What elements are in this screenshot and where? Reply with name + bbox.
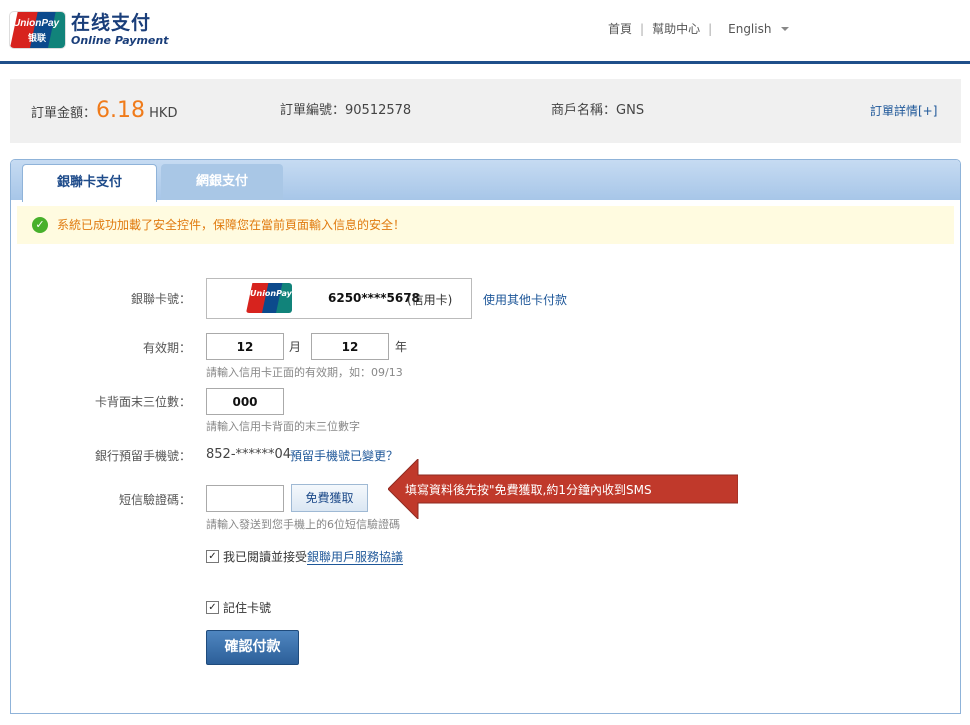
sms-code-label: 短信驗證碼：: [118, 493, 191, 507]
annotation-text: 填寫資料後先按"免費獲取,約1分鐘內收到SMS: [405, 483, 652, 497]
sms-code-input[interactable]: [206, 485, 284, 512]
chevron-down-icon[interactable]: [781, 26, 790, 31]
check-circle-icon: ✓: [32, 217, 48, 233]
tab-unionpay-card[interactable]: 銀聯卡支付: [22, 164, 157, 202]
remember-card-label: 記住卡號: [223, 601, 272, 615]
card-number-label: 銀聯卡號：: [130, 292, 191, 306]
logo-text: UnionPay: [13, 18, 60, 29]
payment-tabs: 銀聯卡支付 網銀支付: [11, 160, 960, 202]
unionpay-logo-icon: UnionPay 银联: [10, 12, 65, 48]
merchant-name: 商戶名稱：GNS: [551, 79, 644, 143]
site-header: UnionPay 银联 在线支付 Online Payment 首頁 | 幫助中…: [0, 0, 970, 64]
phone-changed-link[interactable]: 預留手機號已變更？: [290, 447, 398, 464]
order-summary: 訂單金額：6.18 HKD 訂單編號：90512578 商戶名稱：GNS 訂單詳…: [10, 79, 961, 143]
confirm-payment-button[interactable]: 確認付款: [206, 630, 299, 665]
unionpay-logo[interactable]: UnionPay 银联 在线支付 Online Payment: [10, 12, 168, 48]
nav-home-link[interactable]: 首頁: [608, 20, 632, 37]
merchant-label: 商戶名稱：: [551, 103, 617, 118]
order-amount: 訂單金額：6.18 HKD: [31, 79, 177, 146]
brand-title-cn: 在线支付: [71, 12, 152, 34]
top-nav: 首頁 | 幫助中心 | English: [608, 20, 790, 37]
phone-label: 銀行預留手機號：: [94, 449, 191, 463]
unionpay-card-icon: UnionPay: [246, 283, 292, 313]
security-notice: ✓ 系統已成功加載了安全控件，保障您在當前頁面輸入信息的安全！: [17, 206, 954, 244]
nav-help-link[interactable]: 幫助中心: [652, 20, 700, 37]
nav-divider: |: [640, 21, 645, 36]
order-amount-label: 訂單金額：: [31, 106, 97, 121]
cvv-label: 卡背面末三位數：: [94, 395, 191, 409]
expiry-label: 有效期：: [142, 341, 191, 355]
expiry-month-input[interactable]: [206, 333, 284, 360]
brand: 在线支付 Online Payment: [71, 12, 168, 48]
tab-online-banking[interactable]: 網銀支付: [161, 164, 283, 200]
cvv-input[interactable]: [206, 388, 284, 415]
security-notice-text: 系統已成功加載了安全控件，保障您在當前頁面輸入信息的安全！: [57, 218, 406, 232]
sms-code-hint: 請輸入發送到您手機上的6位短信驗證碼: [206, 518, 400, 531]
month-unit: 月: [289, 340, 302, 354]
order-number: 訂單編號：90512578: [280, 79, 411, 143]
order-number-value: 90512578: [345, 103, 412, 118]
merchant-value: GNS: [616, 103, 645, 118]
expiry-hint: 請輸入信用卡正面的有效期，如：09/13: [206, 366, 403, 379]
agree-text: 我已閱讀並接受銀聯用戶服務協議: [223, 548, 404, 565]
remember-card-checkbox[interactable]: ✓: [206, 601, 219, 614]
card-type: (信用卡): [407, 293, 453, 307]
logo-cn-text: 银联: [28, 34, 47, 44]
service-agreement-link[interactable]: 銀聯用戶服務協議: [307, 550, 404, 565]
card-number-field: UnionPay 6250****5678 (信用卡): [206, 278, 472, 319]
order-amount-value: 6.18: [96, 98, 145, 123]
payment-panel: 銀聯卡支付 網銀支付 ✓ 系統已成功加載了安全控件，保障您在當前頁面輸入信息的安…: [10, 159, 961, 714]
other-card-link[interactable]: 使用其他卡付款: [483, 291, 567, 308]
language-select[interactable]: English: [728, 22, 771, 36]
cvv-hint: 請輸入信用卡背面的末三位數字: [206, 420, 360, 433]
get-sms-code-button[interactable]: 免費獲取: [291, 484, 368, 512]
expiry-year-input[interactable]: [311, 333, 389, 360]
phone-value: 852-******04: [206, 447, 292, 462]
year-unit: 年: [395, 340, 408, 354]
brand-title-en: Online Payment: [71, 34, 169, 47]
order-currency: HKD: [149, 106, 178, 121]
agree-checkbox[interactable]: ✓: [206, 550, 219, 563]
nav-divider: |: [708, 21, 713, 36]
order-detail-link[interactable]: 訂單詳情[+]: [870, 79, 937, 143]
card-icon-text: UnionPay: [250, 289, 292, 298]
order-number-label: 訂單編號：: [280, 103, 346, 118]
agree-label: 我已閱讀並接受: [223, 550, 308, 564]
